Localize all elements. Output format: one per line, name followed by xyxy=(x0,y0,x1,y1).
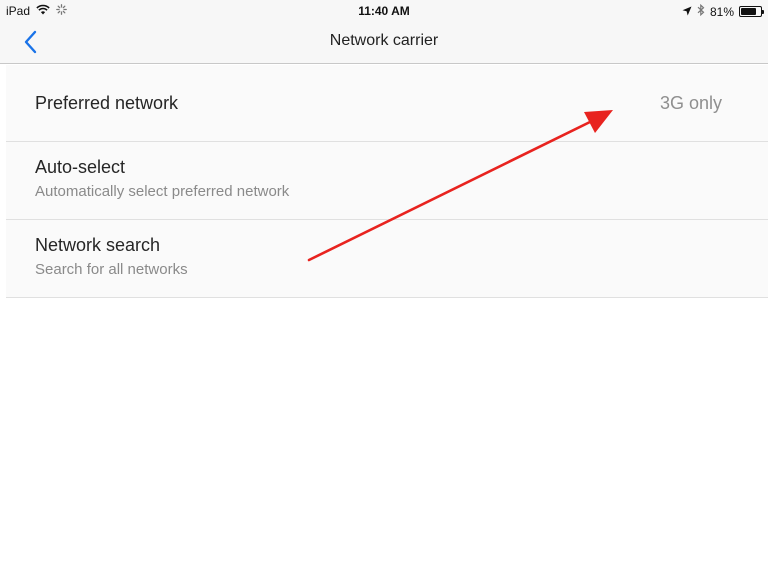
status-time: 11:40 AM xyxy=(358,4,410,18)
page-title: Network carrier xyxy=(329,32,439,49)
auto-select-row[interactable]: Auto-select Automatically select preferr… xyxy=(6,142,768,220)
battery-percent: 81% xyxy=(709,4,734,19)
battery-level xyxy=(741,8,757,15)
status-bar: iPad 11:40 AM 81% xyxy=(0,0,768,20)
location-arrow-icon xyxy=(682,5,692,19)
network-search-description: Search for all networks xyxy=(35,261,188,278)
settings-list: Preferred network 3G only Auto-select Au… xyxy=(6,65,768,298)
status-right: 81% xyxy=(682,3,764,19)
bluetooth-icon xyxy=(697,3,705,19)
preferred-network-value: 3G only xyxy=(659,93,722,113)
screen: iPad 11:40 AM 81% Network carrier Prefer… xyxy=(0,0,768,565)
battery-icon xyxy=(739,6,764,17)
navigation-bar: Network carrier xyxy=(0,20,768,64)
battery-tip xyxy=(762,10,764,14)
auto-select-label: Auto-select xyxy=(35,157,126,177)
auto-select-description: Automatically select preferred network xyxy=(35,183,290,200)
network-search-label: Network search xyxy=(35,235,161,255)
network-search-row[interactable]: Network search Search for all networks xyxy=(6,220,768,298)
preferred-network-label: Preferred network xyxy=(35,93,179,113)
preferred-network-row[interactable]: Preferred network 3G only xyxy=(6,65,768,142)
